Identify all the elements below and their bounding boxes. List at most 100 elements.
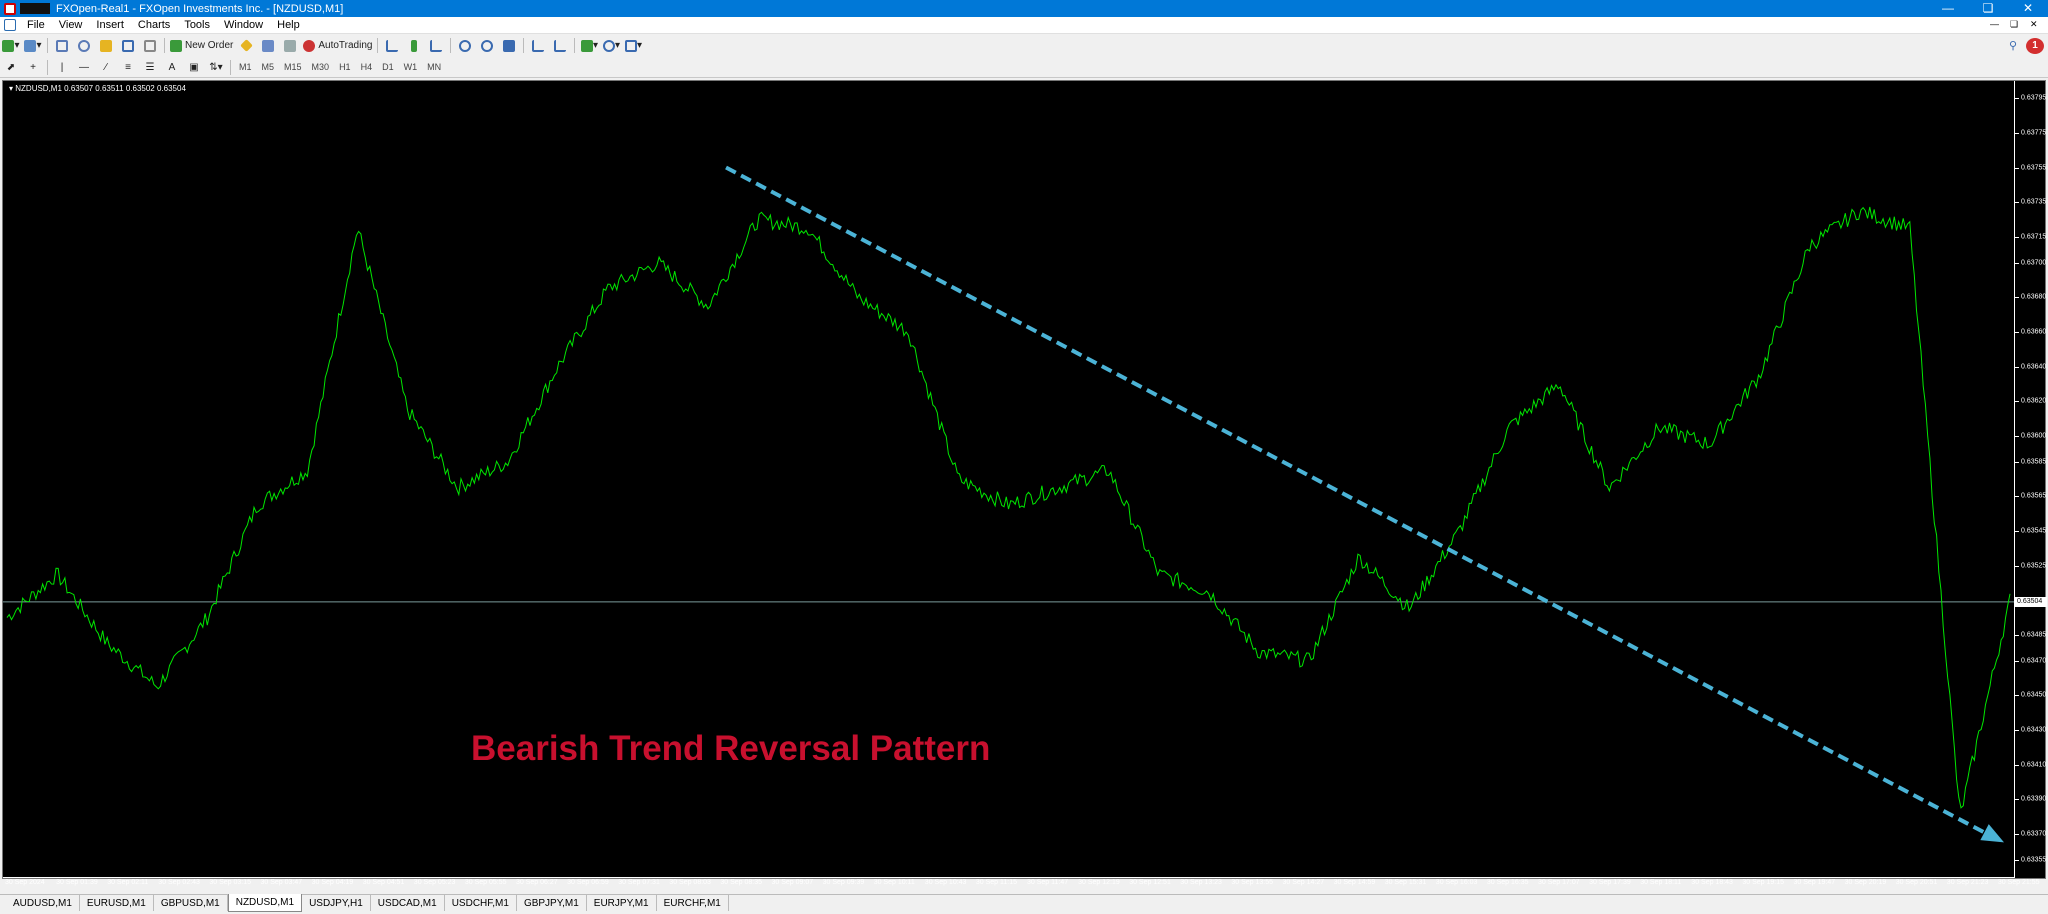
time-tick-label: 30 Sep 18:11 [1640,879,1682,886]
zoom-out-icon[interactable] [478,37,496,54]
price-axis[interactable]: 0.63795 0.63775 0.63755 0.63735 0.63715 0.637… [2014,81,2047,878]
mdi-close-icon[interactable]: ✕ [2030,19,2038,30]
periods-icon[interactable]: ▾ [602,37,620,54]
price-tick-mark [2015,297,2019,299]
timeframe-m5[interactable]: M5 [257,62,280,72]
timeframe-h1[interactable]: H1 [334,62,356,72]
line-chart-icon[interactable] [427,37,445,54]
timeframe-m30[interactable]: M30 [307,62,335,72]
time-tick-label: 30 Sep 21:23 [1946,879,1989,886]
price-tick-mark [2015,236,2019,238]
equidistant-channel-icon[interactable]: ≡ [119,59,137,76]
new-order-button[interactable]: New Order [170,37,233,54]
chart-tab-nzdusd-m1[interactable]: NZDUSD,M1 [227,894,303,912]
close-icon[interactable]: ✕ [2008,0,2048,17]
price-tick-mark [2015,565,2019,567]
search-icon[interactable]: ⚲ [2004,37,2022,54]
timeframe-m15[interactable]: M15 [279,62,307,72]
chart-tab-eurchf-m1[interactable]: EURCHF,M1 [657,895,729,911]
trendline-icon[interactable]: ∕ [97,59,115,76]
data-window-icon[interactable] [75,37,93,54]
zoom-in-icon[interactable] [456,37,474,54]
mdi-restore-icon[interactable]: ❏ [2010,19,2018,30]
restore-icon[interactable]: ❏ [1968,0,2008,17]
price-chart[interactable] [3,81,2014,877]
time-tick-label: 30 Sep 13:55 [1231,879,1274,886]
chart-window[interactable]: ▾ NZDUSD,M1 0.63507 0.63511 0.63502 0.63… [2,80,2047,886]
mdi-window-icon[interactable] [4,19,16,31]
navigator-icon[interactable] [97,37,115,54]
time-tick-label: 30 Sep 12:51 [1129,879,1171,886]
timeframe-mn[interactable]: MN [422,62,446,72]
timeframe-d1[interactable]: D1 [377,62,399,72]
price-tick-label: 0.63660 [2021,328,2047,336]
chart-tab-gbpjpy-m1[interactable]: GBPJPY,M1 [517,895,587,911]
pattern-annotation[interactable]: Bearish Trend Reversal Pattern [471,729,990,769]
chart-tab-audusd-m1[interactable]: AUDUSD,M1 [6,895,80,911]
cursor-icon[interactable]: ⬈ [2,59,20,76]
templates-icon[interactable]: ▾ [624,37,642,54]
text-label-icon[interactable]: ▣ [185,59,203,76]
time-tick-label: 30 Sep 11:47 [1027,879,1069,886]
menu-help[interactable]: Help [270,19,307,31]
timeframe-m1[interactable]: M1 [234,62,257,72]
new-order-label: New Order [185,40,234,51]
market-icon[interactable] [281,37,299,54]
profiles-icon[interactable]: ▾ [24,37,42,54]
meta-editor-icon[interactable] [237,37,255,54]
chart-tab-usdjpy-h1[interactable]: USDJPY,H1 [302,895,371,911]
new-chart-icon[interactable]: ▾ [2,37,20,54]
bar-chart-icon[interactable] [383,37,401,54]
terminal-icon[interactable] [119,37,137,54]
fibonacci-icon[interactable]: ☰ [141,59,159,76]
price-tick-mark [2015,660,2019,662]
market-watch-icon[interactable] [53,37,71,54]
menu-view[interactable]: View [52,19,90,31]
time-tick-label: 30 Sep 03:47 [260,879,303,886]
auto-scroll-icon[interactable] [529,37,547,54]
price-tick-label: 0.63680 [2021,293,2047,301]
price-tick-mark [2015,202,2019,204]
timeframe-w1[interactable]: W1 [399,62,423,72]
time-tick-label: 30 Sep 05:23 [413,879,456,886]
vertical-line-icon[interactable]: | [53,59,71,76]
chart-shift-icon[interactable] [551,37,569,54]
time-axis[interactable]: 30 Sep 2024 30 Sep 01:39 30 Sep 02:11 30 Se… [3,877,2040,887]
price-tick-label: 0.63370 [2021,830,2047,838]
minimize-icon[interactable]: — [1928,0,1968,17]
time-tick-label: 30 Sep 09:07 [771,879,814,886]
chart-tab-usdcad-m1[interactable]: USDCAD,M1 [371,895,445,911]
price-tick-mark [2015,799,2019,801]
menu-insert[interactable]: Insert [89,19,131,31]
time-tick-label: 30 Sep 14:59 [1333,879,1376,886]
menu-charts[interactable]: Charts [131,19,177,31]
chart-tab-eurusd-m1[interactable]: EURUSD,M1 [80,895,154,911]
price-tick-label: 0.63450 [2021,691,2047,699]
indicators-icon[interactable]: ▾ [580,37,598,54]
text-tool-icon[interactable]: A [163,59,181,76]
strategy-tester-icon[interactable] [141,37,159,54]
time-tick-label: 30 Sep 09:39 [822,879,865,886]
time-tick-label: 30 Sep 02:11 [107,879,149,886]
menu-file[interactable]: File [20,19,52,31]
chart-tab-usdchf-m1[interactable]: USDCHF,M1 [445,895,517,911]
arrows-icon[interactable]: ⇅▾ [207,59,225,76]
signals-icon[interactable] [259,37,277,54]
tile-windows-icon[interactable] [500,37,518,54]
menu-window[interactable]: Window [217,19,270,31]
toolbar-separator [164,38,165,53]
time-tick-label: 30 Sep 05:55 [464,879,507,886]
notifications-badge[interactable]: 1 [2026,37,2044,54]
autotrading-button[interactable]: AutoTrading [303,37,372,54]
menu-bar: File View Insert Charts Tools Window Hel… [0,17,2048,34]
candlestick-icon[interactable] [405,37,423,54]
chart-tab-gbpusd-m1[interactable]: GBPUSD,M1 [154,895,228,911]
horizontal-line-icon[interactable]: — [75,59,93,76]
chart-tab-eurjpy-m1[interactable]: EURJPY,M1 [587,895,657,911]
timeframe-h4[interactable]: H4 [356,62,378,72]
crosshair-icon[interactable]: + [24,59,42,76]
time-tick-label: 30 Sep 07:31 [618,879,660,886]
mdi-minimize-icon[interactable]: — [1990,19,1999,29]
menu-tools[interactable]: Tools [177,19,217,31]
price-tick-mark [2015,859,2019,861]
